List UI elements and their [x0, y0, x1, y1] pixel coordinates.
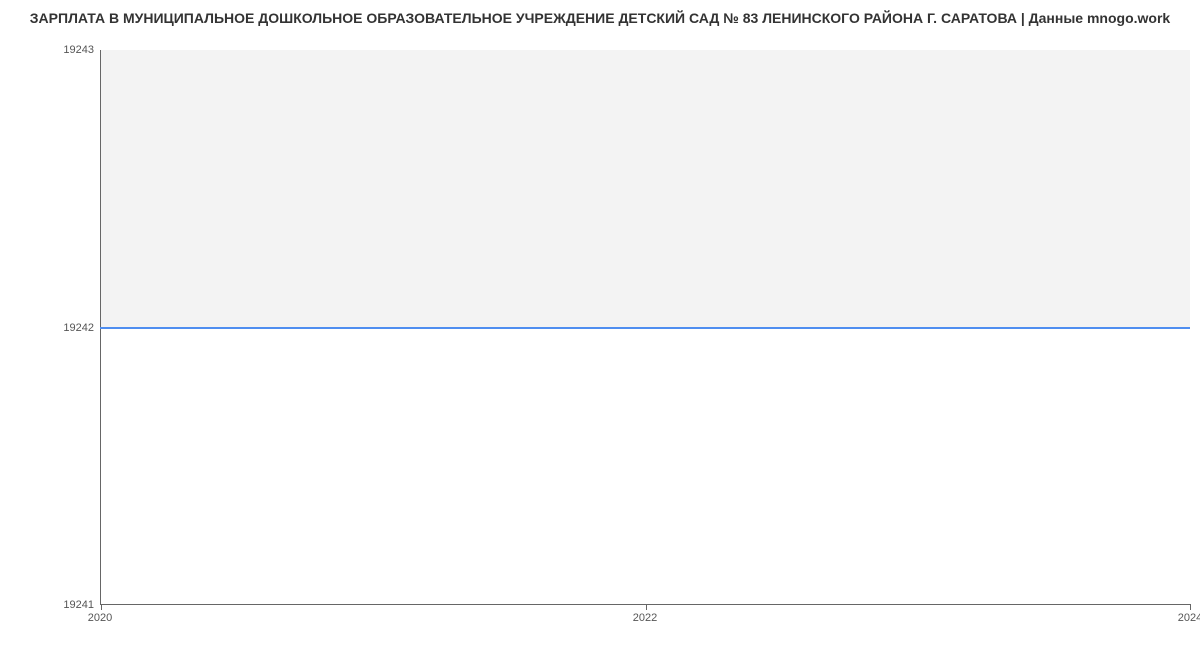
x-tick-label: 2024 — [1178, 612, 1200, 624]
x-tick — [1190, 604, 1191, 610]
chart-container: ЗАРПЛАТА В МУНИЦИПАЛЬНОЕ ДОШКОЛЬНОЕ ОБРА… — [0, 0, 1200, 650]
x-tick — [646, 604, 647, 610]
y-tick-label: 19241 — [63, 599, 94, 611]
x-tick — [101, 604, 102, 610]
series-line — [100, 327, 1190, 329]
x-tick-label: 2022 — [633, 612, 657, 624]
x-tick-label: 2020 — [88, 612, 112, 624]
y-tick-label: 19243 — [63, 44, 94, 56]
y-tick-label: 19242 — [63, 322, 94, 334]
chart-title: ЗАРПЛАТА В МУНИЦИПАЛЬНОЕ ДОШКОЛЬНОЕ ОБРА… — [0, 10, 1200, 26]
